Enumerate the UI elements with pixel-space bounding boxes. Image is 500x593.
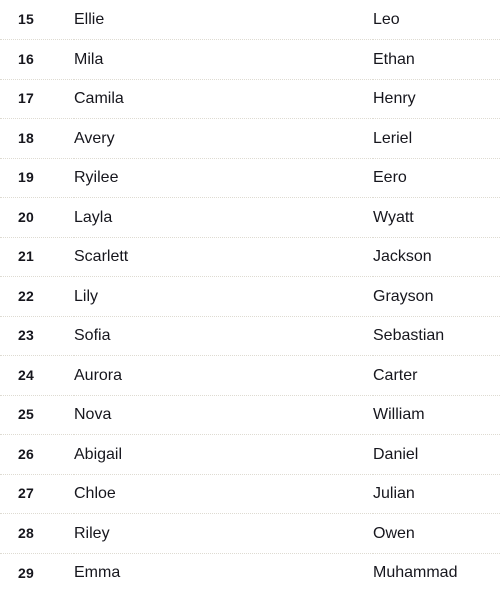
table-row[interactable]: 15 Ellie Leo — [0, 0, 500, 40]
female-name-cell: Avery — [74, 118, 373, 159]
rank-cell: 21 — [0, 237, 74, 277]
female-name-cell: Camila — [74, 79, 373, 119]
female-name-cell: Chloe — [74, 474, 373, 514]
female-name-cell: Riley — [74, 513, 373, 554]
rank-cell: 28 — [0, 513, 74, 554]
table-row[interactable]: 19 Ryilee Eero — [0, 158, 500, 198]
male-name-cell: Sebastian — [373, 316, 500, 356]
female-name-cell: Ellie — [74, 0, 373, 40]
male-name-cell: Henry — [373, 79, 500, 119]
names-table-body: 15 Ellie Leo 16 Mila Ethan 17 Camila Hen… — [0, 0, 500, 593]
table-row[interactable]: 24 Aurora Carter — [0, 355, 500, 396]
table-row[interactable]: 20 Layla Wyatt — [0, 197, 500, 238]
male-name-cell: Julian — [373, 474, 500, 514]
table-row[interactable]: 28 Riley Owen — [0, 513, 500, 554]
female-name-cell: Layla — [74, 197, 373, 238]
male-name-cell: Daniel — [373, 434, 500, 475]
female-name-cell: Scarlett — [74, 237, 373, 277]
table-row[interactable]: 18 Avery Leriel — [0, 118, 500, 159]
table-row[interactable]: 23 Sofia Sebastian — [0, 316, 500, 356]
female-name-cell: Mila — [74, 39, 373, 80]
rank-cell: 17 — [0, 79, 74, 119]
rank-cell: 24 — [0, 355, 74, 396]
male-name-cell: Ethan — [373, 39, 500, 80]
table-row[interactable]: 22 Lily Grayson — [0, 276, 500, 317]
male-name-cell: Wyatt — [373, 197, 500, 238]
male-name-cell: Grayson — [373, 276, 500, 317]
table-row[interactable]: 26 Abigail Daniel — [0, 434, 500, 475]
rank-cell: 20 — [0, 197, 74, 238]
rank-cell: 22 — [0, 276, 74, 317]
rank-cell: 26 — [0, 434, 74, 475]
rank-cell: 16 — [0, 39, 74, 80]
table-row-partial[interactable]: 29 Emma Muhammad — [0, 553, 500, 593]
male-name-cell: Leriel — [373, 118, 500, 159]
male-name-cell: Carter — [373, 355, 500, 396]
female-name-cell: Sofia — [74, 316, 373, 356]
table-row[interactable]: 27 Chloe Julian — [0, 474, 500, 514]
rank-cell: 18 — [0, 118, 74, 159]
female-name-cell: Abigail — [74, 434, 373, 475]
female-name-cell: Emma — [74, 564, 121, 582]
male-name-cell: Jackson — [373, 237, 500, 277]
rank-cell: 23 — [0, 316, 74, 356]
female-name-cell: Ryilee — [74, 158, 373, 198]
male-name-cell: Owen — [373, 513, 500, 554]
rank-cell: 19 — [0, 158, 74, 198]
rank-cell: 25 — [0, 395, 74, 435]
names-ranking-table: 15 Ellie Leo 16 Mila Ethan 17 Camila Hen… — [0, 0, 500, 593]
female-name-cell: Nova — [74, 395, 373, 435]
rank-cell: 27 — [0, 474, 74, 514]
male-name-cell: Leo — [373, 0, 500, 40]
female-name-cell: Aurora — [74, 355, 373, 396]
male-name-cell: Eero — [373, 158, 500, 198]
male-name-cell: William — [373, 395, 500, 435]
table-row[interactable]: 21 Scarlett Jackson — [0, 237, 500, 277]
rank-cell: 29 — [18, 564, 34, 581]
rank-cell: 15 — [0, 0, 74, 40]
table-row[interactable]: 25 Nova William — [0, 395, 500, 435]
female-name-cell: Lily — [74, 276, 373, 317]
table-row[interactable]: 17 Camila Henry — [0, 79, 500, 119]
table-row[interactable]: 16 Mila Ethan — [0, 39, 500, 80]
male-name-cell: Muhammad — [373, 564, 458, 582]
